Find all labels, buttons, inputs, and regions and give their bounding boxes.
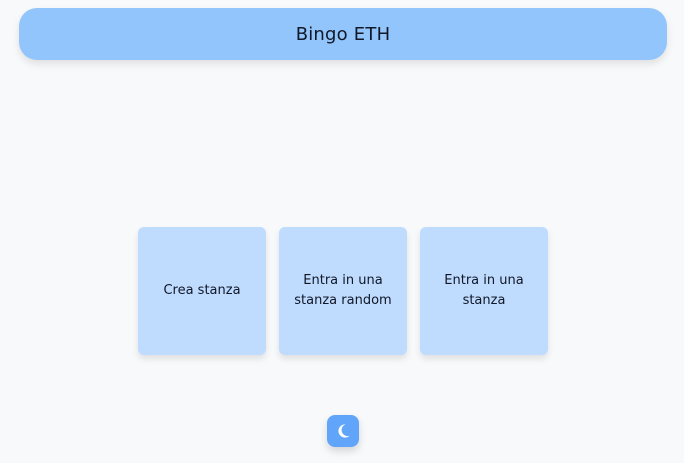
- join-random-room-card[interactable]: Entra in una stanza random: [279, 227, 407, 355]
- create-room-card[interactable]: Crea stanza: [138, 227, 266, 355]
- join-random-room-label: Entra in una stanza random: [294, 273, 392, 308]
- action-cards: Crea stanza Entra in una stanza random E…: [138, 227, 548, 355]
- join-room-label: Entra in una stanza: [444, 273, 524, 308]
- theme-toggle-button[interactable]: [327, 415, 359, 447]
- join-room-card[interactable]: Entra in una stanza: [420, 227, 548, 355]
- app-header: Bingo ETH: [19, 8, 667, 60]
- moon-icon: [338, 424, 350, 438]
- app-title: Bingo ETH: [295, 23, 391, 45]
- create-room-label: Crea stanza: [163, 283, 241, 298]
